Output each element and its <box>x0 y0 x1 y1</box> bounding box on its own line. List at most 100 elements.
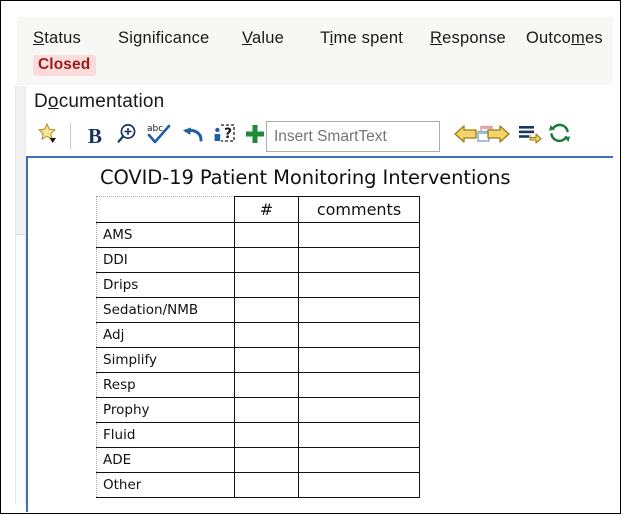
row-comments-cell[interactable] <box>298 297 420 323</box>
table-row: Adj <box>96 322 420 348</box>
svg-text:abc: abc <box>147 124 163 134</box>
row-label-cell: Prophy <box>96 397 235 423</box>
row-comments-cell[interactable] <box>298 272 420 298</box>
row-number-cell[interactable] <box>234 422 299 448</box>
column-header-value-text: alue <box>251 29 284 47</box>
note-editor-pane[interactable]: COVID-19 Patient Monitoring Intervention… <box>26 156 613 512</box>
row-comments-cell[interactable] <box>298 222 420 248</box>
bold-icon: B <box>87 123 102 148</box>
list-next-button[interactable] <box>515 119 545 153</box>
table-row: Resp <box>96 372 420 398</box>
row-number-cell[interactable] <box>234 397 299 423</box>
table-row: Simplify <box>96 347 420 373</box>
accel-response: R <box>430 29 443 47</box>
table-row: AMS <box>96 222 420 248</box>
row-number-cell[interactable] <box>234 447 299 473</box>
table-row: Sedation/NMB <box>96 297 420 323</box>
favorites-star-button[interactable] <box>34 119 64 153</box>
column-header-outcomes[interactable]: Outcomes <box>526 29 603 48</box>
left-scrollbar[interactable] <box>15 86 26 504</box>
row-label-cell: Other <box>96 472 235 498</box>
row-label-cell: AMS <box>96 222 235 248</box>
status-badge: Closed <box>33 55 97 76</box>
column-header-row: Status Significance Value Time spent Res… <box>33 29 613 53</box>
forward-button[interactable] <box>483 119 513 153</box>
row-number-cell[interactable] <box>234 222 299 248</box>
spell-check-button[interactable]: abc <box>144 119 174 153</box>
application-window: Status Significance Value Time spent Res… <box>0 0 621 514</box>
column-header-response-text: esponse <box>442 29 506 47</box>
table-header-cell: # <box>234 196 299 223</box>
back-button[interactable] <box>451 119 481 153</box>
column-header-value[interactable]: Value <box>242 29 284 48</box>
add-icon <box>243 122 267 151</box>
row-comments-cell[interactable] <box>298 372 420 398</box>
toolbar-separator <box>70 123 71 149</box>
doc-title-post: cumentation <box>58 91 165 112</box>
note-title: COVID-19 Patient Monitoring Intervention… <box>100 166 511 189</box>
row-number-cell[interactable] <box>234 372 299 398</box>
bold-button[interactable]: B <box>80 119 110 153</box>
column-header-time-text: me spent <box>333 29 404 47</box>
table-header-cell <box>96 196 235 223</box>
row-comments-cell[interactable] <box>298 422 420 448</box>
column-header-significance-pre: Si <box>118 29 134 47</box>
row-number-cell[interactable] <box>234 322 299 348</box>
row-label-cell: DDI <box>96 247 235 273</box>
spell-check-icon: abc <box>145 121 173 152</box>
row-label-cell: Sedation/NMB <box>96 297 235 323</box>
column-header-response[interactable]: Response <box>430 29 506 48</box>
row-comments-cell[interactable] <box>298 322 420 348</box>
row-number-cell[interactable] <box>234 472 299 498</box>
column-header-significance[interactable]: Significance <box>118 29 209 48</box>
column-header-status[interactable]: Status <box>33 29 81 48</box>
table-header-row: # comments <box>96 196 420 223</box>
favorites-star-icon <box>36 121 62 152</box>
doc-title-pre: D <box>34 91 48 112</box>
patient-query-button[interactable]: ? <box>210 119 240 153</box>
accel-value: V <box>242 29 252 47</box>
row-comments-cell[interactable] <box>298 247 420 273</box>
row-comments-cell[interactable] <box>298 397 420 423</box>
column-header-outcomes-text: es <box>584 29 603 47</box>
row-label-cell: Simplify <box>96 347 235 373</box>
interventions-table: # comments AMS DDI Drips Sedation/NMB Adj Simpl… <box>96 196 420 498</box>
column-header-status-text: tatus <box>44 29 81 47</box>
accel-documentation: o <box>47 91 59 112</box>
row-number-cell[interactable] <box>234 347 299 373</box>
back-arrow-icon <box>453 123 479 150</box>
refresh-button[interactable] <box>545 119 575 153</box>
undo-icon <box>180 121 206 152</box>
column-header-time-pre: T <box>320 29 330 47</box>
svg-text:?: ? <box>224 126 232 142</box>
column-header-time-spent[interactable]: Time spent <box>320 29 403 48</box>
row-number-cell[interactable] <box>234 247 299 273</box>
accel-status: S <box>33 29 45 47</box>
undo-button[interactable] <box>178 119 208 153</box>
left-scrollbar-thumb[interactable] <box>16 86 25 235</box>
table-header-cell: comments <box>298 196 420 223</box>
list-next-icon <box>517 123 543 150</box>
row-label-cell: Resp <box>96 372 235 398</box>
row-number-cell[interactable] <box>234 272 299 298</box>
row-comments-cell[interactable] <box>298 447 420 473</box>
zoom-in-button[interactable] <box>112 119 142 153</box>
table-row: Other <box>96 472 420 498</box>
row-label-cell: Fluid <box>96 422 235 448</box>
row-number-cell[interactable] <box>234 297 299 323</box>
documentation-section-title: Documentation <box>34 91 164 113</box>
table-row: DDI <box>96 247 420 273</box>
row-comments-cell[interactable] <box>298 347 420 373</box>
column-header-significance-text: nificance <box>142 29 210 47</box>
row-label-cell: ADE <box>96 447 235 473</box>
accel-outcomes: m <box>571 29 585 47</box>
row-label-cell: Adj <box>96 322 235 348</box>
patient-query-icon: ? <box>212 121 238 152</box>
smarttext-input[interactable] <box>267 126 476 147</box>
table-row: ADE <box>96 447 420 473</box>
smarttext-field[interactable] <box>266 121 493 152</box>
row-comments-cell[interactable] <box>298 472 420 498</box>
table-row: Drips <box>96 272 420 298</box>
table-row: Prophy <box>96 397 420 423</box>
zoom-in-icon <box>114 121 140 152</box>
